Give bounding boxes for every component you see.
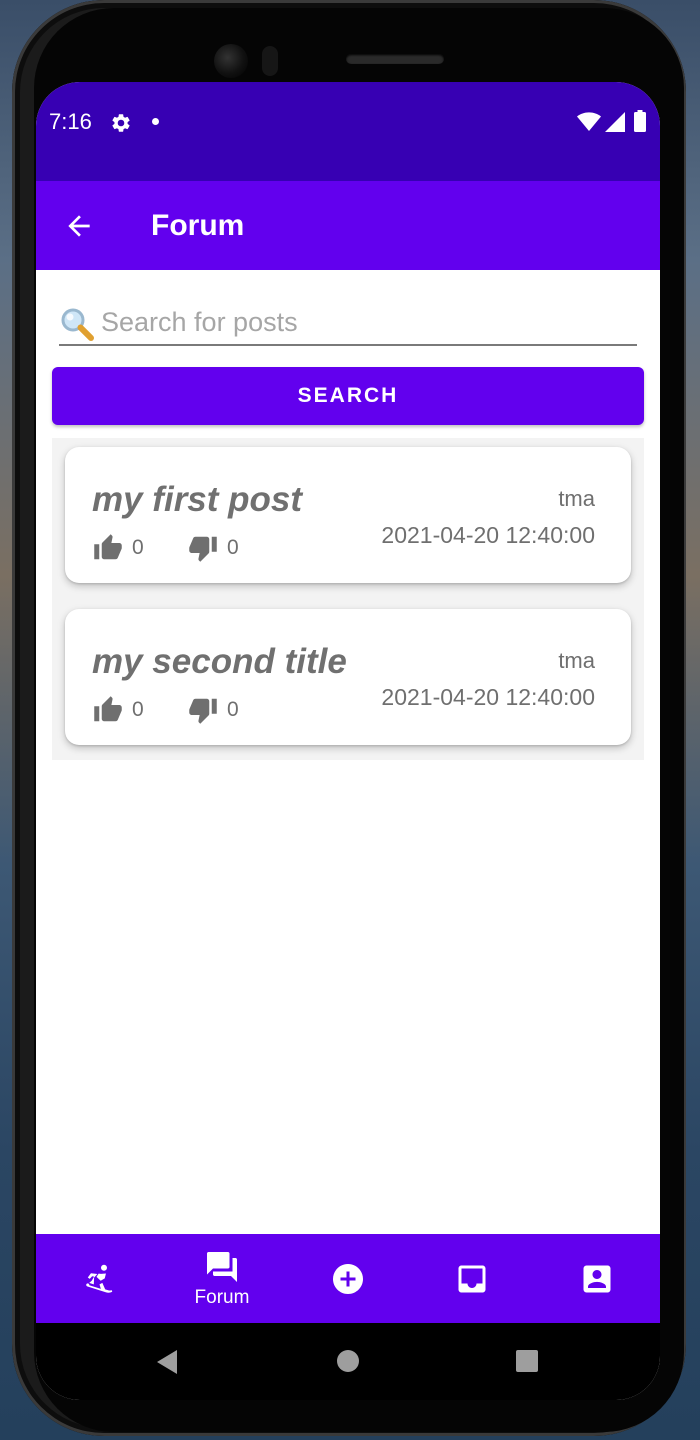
inbox-icon <box>458 1265 486 1292</box>
search-icon <box>61 308 94 341</box>
search-field[interactable] <box>59 302 637 346</box>
signal-icon <box>605 112 625 132</box>
nav-item-inbox[interactable] <box>410 1234 534 1323</box>
earpiece-speaker <box>346 54 444 64</box>
nav-item-activities[interactable] <box>36 1234 160 1323</box>
post-title: my second title <box>92 642 347 681</box>
post-date: 2021-04-20 12:40:00 <box>381 684 595 710</box>
sensor <box>262 46 278 76</box>
battery-icon <box>634 110 646 132</box>
post-author: tma <box>558 486 595 511</box>
thumb-down-icon <box>189 698 217 724</box>
thumb-up-icon <box>94 534 122 560</box>
post-list: my first post tma 2021-04-20 12:40:00 0 … <box>52 438 644 760</box>
nav-label-forum: Forum <box>194 1286 250 1308</box>
search-input[interactable] <box>101 302 631 342</box>
system-navigation-bar <box>36 1323 660 1400</box>
bottom-navigation: Forum <box>36 1234 660 1323</box>
dislike-count: 0 <box>227 698 239 721</box>
like-button[interactable]: 0 <box>92 695 144 725</box>
status-bar: 7:16 <box>36 82 660 181</box>
dislike-count: 0 <box>227 536 239 559</box>
like-count: 0 <box>132 698 144 721</box>
page-title: Forum <box>151 209 245 242</box>
add-circle-icon <box>333 1263 363 1294</box>
home-circle-icon[interactable] <box>336 1349 360 1373</box>
notification-dot <box>152 118 159 125</box>
dislike-button[interactable]: 0 <box>187 533 239 563</box>
back-triangle-icon[interactable] <box>155 1349 179 1375</box>
dislike-button[interactable]: 0 <box>187 695 239 725</box>
nav-item-profile[interactable] <box>535 1234 659 1323</box>
post-title: my first post <box>92 480 303 519</box>
post-card[interactable]: my first post tma 2021-04-20 12:40:00 0 … <box>65 447 631 583</box>
search-button[interactable]: SEARCH <box>52 367 644 425</box>
nav-item-add[interactable] <box>286 1234 410 1323</box>
account-box-icon <box>583 1265 611 1292</box>
status-time: 7:16 <box>49 109 92 134</box>
app-screen: 7:16 Forum SEARCH <box>36 82 660 1400</box>
post-author: tma <box>558 648 595 673</box>
nav-item-forum[interactable]: Forum <box>160 1234 284 1323</box>
back-button[interactable] <box>56 203 102 249</box>
front-camera <box>214 44 248 78</box>
post-date: 2021-04-20 12:40:00 <box>381 522 595 548</box>
app-bar: Forum <box>36 181 660 270</box>
post-card[interactable]: my second title tma 2021-04-20 12:40:00 … <box>65 609 631 745</box>
arrow-back-icon <box>68 215 90 237</box>
wifi-icon <box>577 112 601 131</box>
snowboarding-icon <box>86 1264 113 1293</box>
gear-icon <box>112 114 130 132</box>
like-button[interactable]: 0 <box>92 533 144 563</box>
thumb-down-icon <box>189 536 217 562</box>
like-count: 0 <box>132 536 144 559</box>
thumb-up-icon <box>94 696 122 722</box>
recents-square-icon[interactable] <box>515 1349 539 1373</box>
forum-icon <box>207 1251 237 1282</box>
